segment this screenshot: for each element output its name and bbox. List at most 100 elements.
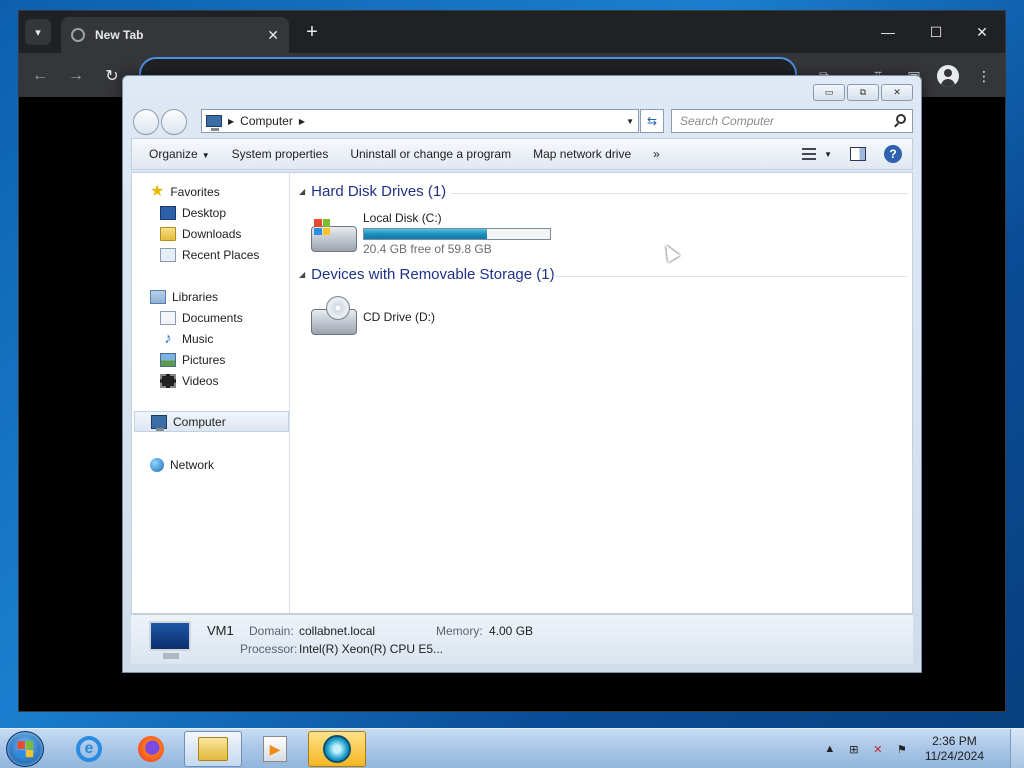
group-divider <box>451 193 908 194</box>
computer-icon <box>149 621 191 659</box>
group-header-label: Hard Disk Drives (1) <box>311 183 447 200</box>
sidebar-item-label: Videos <box>182 373 219 388</box>
collapse-arrow-icon: ◢ <box>299 187 306 196</box>
search-placeholder: Search Computer <box>680 114 775 128</box>
group-header-removable[interactable]: ◢ Devices with Removable Storage (1) <box>299 266 555 283</box>
tab-search-button[interactable]: ▾ <box>25 19 51 45</box>
taskbar-active-app[interactable] <box>308 731 366 767</box>
breadcrumb-arrow-icon[interactable]: ▶ <box>228 117 234 126</box>
browser-close-button[interactable]: ✕ <box>959 17 1005 47</box>
memory-label: Memory: <box>436 624 483 638</box>
cd-disc-icon <box>326 296 350 320</box>
more-commands-button[interactable]: » <box>646 147 675 161</box>
cd-drive-icon <box>311 296 357 335</box>
app-icon <box>323 735 351 763</box>
forward-button[interactable]: → <box>63 63 89 89</box>
browser-maximize-button[interactable]: ☐ <box>913 17 959 47</box>
recent-places-icon <box>160 247 176 262</box>
explorer-navigation-bar: ▶ Computer ▶ ▼ ⇆ Search Computer <box>131 108 913 136</box>
tab-title: New Tab <box>95 28 144 42</box>
memory-value: 4.00 GB <box>489 624 534 638</box>
taskbar-media-player[interactable]: ▶ <box>246 731 304 767</box>
explorer-window: ▭ ⧉ ✕ ▶ Computer ▶ ▼ ⇆ Search Computer O… <box>122 75 922 673</box>
preview-pane-button[interactable] <box>850 147 866 161</box>
breadcrumb-arrow-icon[interactable]: ▶ <box>299 117 305 126</box>
folder-icon <box>198 737 228 761</box>
tab-new-tab[interactable]: New Tab ✕ <box>61 17 289 53</box>
globe-icon <box>71 28 85 42</box>
explorer-minimize-button[interactable]: ▭ <box>813 84 845 101</box>
back-button[interactable]: ← <box>27 63 53 89</box>
change-view-button[interactable]: ▼ <box>802 148 832 160</box>
explorer-back-button[interactable] <box>133 109 159 135</box>
show-hidden-icons-button[interactable]: ▲ <box>823 742 837 756</box>
sidebar-item-computer[interactable]: Computer <box>134 411 289 432</box>
search-input[interactable]: Search Computer <box>671 109 913 133</box>
browser-minimize-button[interactable]: — <box>865 17 911 47</box>
network-icon[interactable]: ⊞ <box>847 742 861 756</box>
address-dropdown-icon[interactable]: ▼ <box>626 117 634 126</box>
speaker-muted-icon[interactable]: ✕ <box>871 742 885 756</box>
processor-value: Intel(R) Xeon(R) CPU E5... <box>299 642 444 656</box>
desktop-icon <box>160 205 176 220</box>
sidebar-item-label: Pictures <box>182 352 226 367</box>
details-pane: VM1 Domain: collabnet.local Memory: 4.00… <box>131 614 913 664</box>
explorer-close-button[interactable]: ✕ <box>881 84 913 101</box>
drive-name: CD Drive (D:) <box>363 310 435 324</box>
clock-time: 2:36 PM <box>932 734 977 748</box>
map-network-drive-button[interactable]: Map network drive <box>526 147 646 161</box>
group-header-hard-disk[interactable]: ◢ Hard Disk Drives (1) <box>299 183 446 200</box>
content-pane: ◢ Hard Disk Drives (1) Local Disk (C:) 2… <box>291 173 912 613</box>
start-button[interactable] <box>6 731 44 767</box>
profile-button[interactable] <box>937 65 959 87</box>
taskbar-internet-explorer[interactable]: e <box>60 731 118 767</box>
sidebar-item-label: Documents <box>182 310 243 325</box>
taskbar-windows-explorer[interactable] <box>184 731 242 767</box>
chrome-tab-strip: ▾ New Tab ✕ + — ☐ ✕ <box>19 11 1005 53</box>
taskbar: e ▶ ▲ ⊞ ✕ ⚑ 2:36 PM 11/24/2024 <box>0 728 1024 768</box>
sidebar-item-network[interactable]: Network <box>150 454 306 475</box>
taskbar-firefox[interactable] <box>122 731 180 767</box>
drive-name: Local Disk (C:) <box>363 211 442 225</box>
uninstall-program-button[interactable]: Uninstall or change a program <box>343 147 526 161</box>
explorer-forward-button[interactable] <box>161 109 187 135</box>
help-button[interactable]: ? <box>884 145 902 163</box>
hard-drive-icon <box>311 219 357 252</box>
documents-icon <box>160 310 176 325</box>
explorer-address-bar[interactable]: ▶ Computer ▶ ▼ <box>201 109 639 133</box>
firefox-icon <box>138 736 164 762</box>
sidebar-item-label: Computer <box>173 414 226 429</box>
sidebar-item-label: Downloads <box>182 226 242 241</box>
collapse-arrow-icon: ◢ <box>299 270 306 279</box>
show-desktop-button[interactable] <box>1010 729 1024 768</box>
new-tab-button[interactable]: + <box>299 19 325 45</box>
views-icon <box>802 148 817 160</box>
sidebar-item-label: Libraries <box>172 289 219 304</box>
pictures-icon <box>160 352 176 367</box>
disk-usage-fill <box>364 229 487 239</box>
windows-logo-icon <box>314 219 330 235</box>
internet-explorer-icon: e <box>76 736 102 762</box>
computer-name: VM1 <box>207 623 234 638</box>
tab-close-button[interactable]: ✕ <box>267 27 279 44</box>
downloads-folder-icon <box>160 226 176 241</box>
clock[interactable]: 2:36 PM 11/24/2024 <box>925 734 984 764</box>
network-globe-icon <box>150 457 164 472</box>
star-icon: ★ <box>150 182 165 200</box>
menu-icon[interactable]: ⋮ <box>973 65 995 87</box>
domain-value: collabnet.local <box>299 624 376 638</box>
organize-button[interactable]: Organize ▼ <box>142 147 225 161</box>
sidebar-item-favorites[interactable]: ★ Favorites <box>150 181 306 202</box>
group-header-label: Devices with Removable Storage (1) <box>311 266 555 283</box>
clock-date: 11/24/2024 <box>924 749 984 763</box>
sidebar-item-label: Desktop <box>182 205 227 220</box>
action-center-flag-icon[interactable]: ⚑ <box>895 742 909 756</box>
refresh-button[interactable]: ⇆ <box>640 109 664 133</box>
group-divider <box>553 276 908 277</box>
explorer-restore-button[interactable]: ⧉ <box>847 84 879 101</box>
system-properties-button[interactable]: System properties <box>225 147 344 161</box>
drive-free-space: 20.4 GB free of 59.8 GB <box>363 242 492 256</box>
sidebar-item-label: Favorites <box>170 184 220 199</box>
breadcrumb-computer[interactable]: Computer <box>240 114 293 128</box>
sidebar-item-libraries[interactable]: Libraries <box>150 286 306 307</box>
